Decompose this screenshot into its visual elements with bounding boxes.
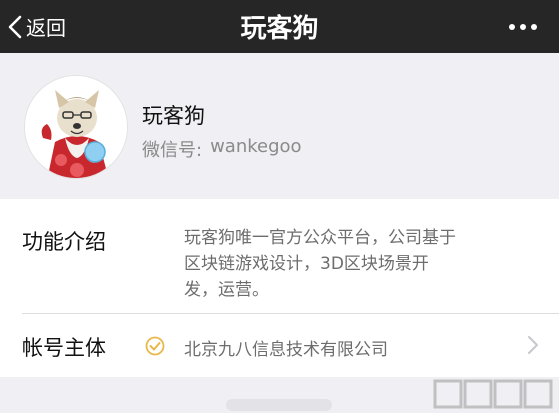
verified-check-icon (145, 336, 165, 356)
watermark-logo (433, 377, 553, 411)
wechat-id-value: wankegoo (210, 136, 302, 157)
account-entity-row[interactable]: 帐号主体 北京九八信息技术有限公司 (0, 314, 559, 377)
profile-header: 玩客狗 微信号: wankegoo (0, 53, 559, 199)
intro-text: 玩客狗唯一官方公众平台，公司基于 区块链游戏设计，3D区块场景开 发，运营。 (184, 225, 529, 303)
back-button[interactable]: 返回 (8, 0, 66, 53)
profile-name: 玩客狗 (142, 104, 205, 128)
avatar[interactable] (24, 75, 128, 179)
wechat-id-label: 微信号: (142, 140, 203, 161)
intro-row: 功能介绍 玩客狗唯一官方公众平台，公司基于 区块链游戏设计，3D区块场景开 发，… (0, 199, 559, 313)
intro-line: 区块链游戏设计，3D区块场景开 (184, 254, 429, 274)
bottom-area (0, 377, 559, 413)
blurred-content (226, 399, 332, 411)
entity-value: 北京九八信息技术有限公司 (184, 340, 388, 360)
intro-line: 玩客狗唯一官方公众平台，公司基于 (184, 228, 456, 248)
entity-label: 帐号主体 (22, 336, 106, 360)
intro-label: 功能介绍 (22, 230, 106, 254)
intro-line: 发，运营。 (184, 280, 269, 300)
back-label: 返回 (26, 16, 66, 40)
chevron-right-icon (527, 335, 539, 355)
account-info-panel: 功能介绍 玩客狗唯一官方公众平台，公司基于 区块链游戏设计，3D区块场景开 发，… (0, 199, 559, 377)
wechat-id-row: 微信号: wankegoo (142, 136, 302, 162)
chevron-left-icon (8, 15, 22, 39)
page-title: 玩客狗 (240, 14, 319, 44)
top-navbar: 返回 玩客狗 (0, 0, 559, 53)
more-dots-icon[interactable] (501, 0, 545, 53)
